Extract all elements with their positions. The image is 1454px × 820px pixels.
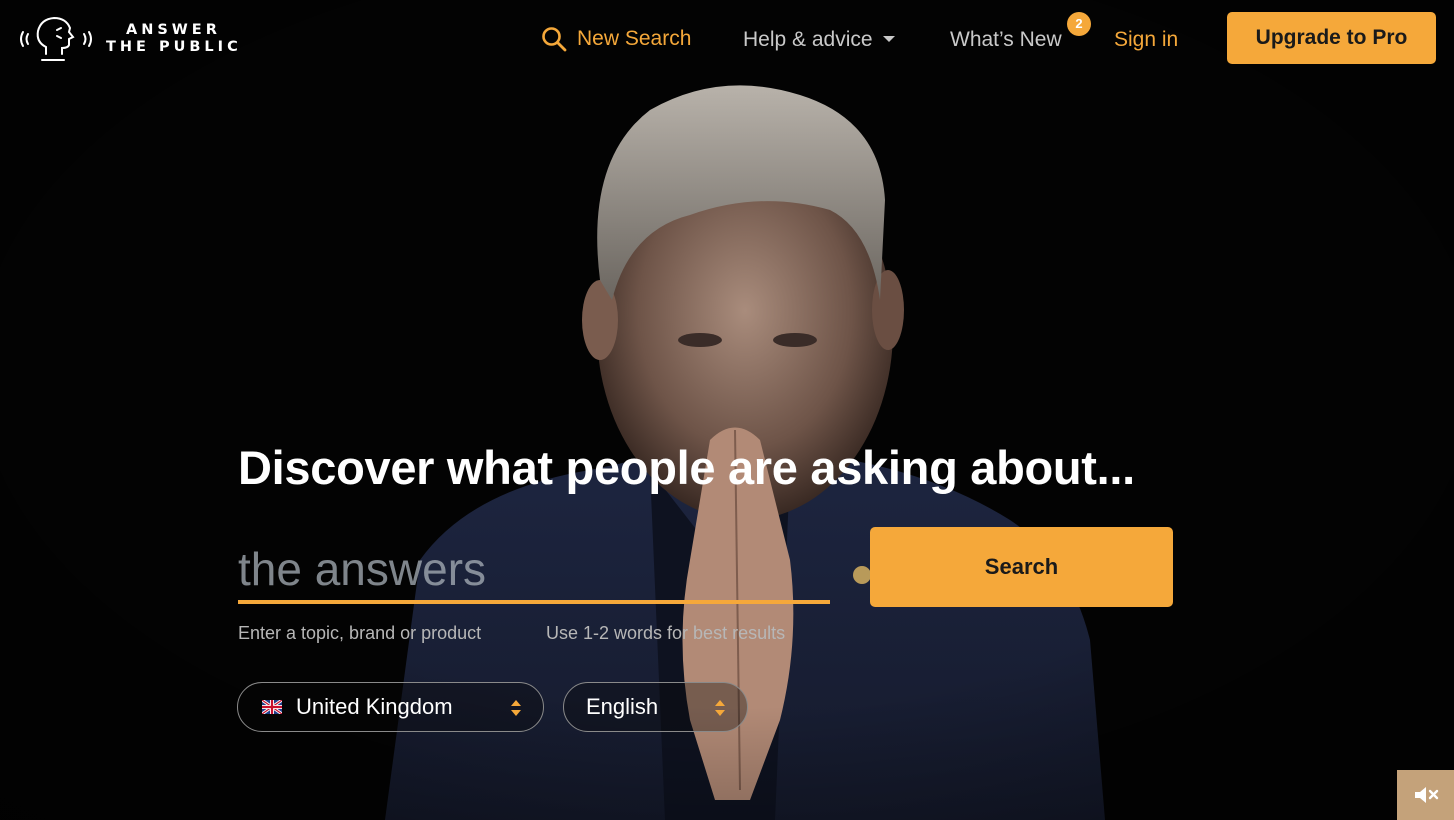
search-input[interactable]	[238, 538, 830, 604]
logo-wordmark: ANSWER THE PUBLIC	[106, 22, 242, 56]
help-advice-dropdown[interactable]: Help & advice	[743, 28, 895, 52]
speaking-head-icon	[20, 16, 92, 61]
mute-video-button[interactable]	[1397, 770, 1454, 820]
new-search-link[interactable]: New Search	[541, 26, 691, 52]
speaker-muted-icon	[1414, 787, 1438, 803]
uk-flag-icon	[262, 700, 282, 714]
select-arrows-icon	[715, 700, 725, 716]
whats-new-count-badge: 2	[1067, 12, 1091, 36]
sign-in-link[interactable]: Sign in	[1114, 28, 1178, 52]
brand-logo[interactable]: ANSWER THE PUBLIC	[16, 14, 242, 64]
new-search-label: New Search	[577, 27, 692, 50]
language-select-value: English	[586, 694, 659, 719]
magnifier-icon	[542, 27, 567, 52]
caret-down-icon	[882, 36, 895, 42]
search-button[interactable]: Search	[870, 527, 1173, 607]
logo-line-2: THE PUBLIC	[106, 39, 242, 55]
help-advice-label: Help & advice	[743, 28, 873, 51]
select-arrows-icon	[511, 700, 521, 716]
search-hint-words: Use 1-2 words for best results	[546, 623, 786, 643]
whats-new-link[interactable]: What’s New	[950, 28, 1062, 52]
language-select[interactable]: English	[563, 682, 748, 732]
search-hint-topic: Enter a topic, brand or product	[238, 623, 482, 643]
country-select-value: United Kingdom	[296, 694, 453, 719]
upgrade-to-pro-button[interactable]: Upgrade to Pro	[1227, 12, 1436, 64]
whats-new-label: What’s New	[950, 28, 1062, 51]
logo-line-1: ANSWER	[126, 22, 221, 38]
hero-headline: Discover what people are asking about...	[238, 441, 1135, 494]
country-select[interactable]: United Kingdom	[237, 682, 544, 732]
